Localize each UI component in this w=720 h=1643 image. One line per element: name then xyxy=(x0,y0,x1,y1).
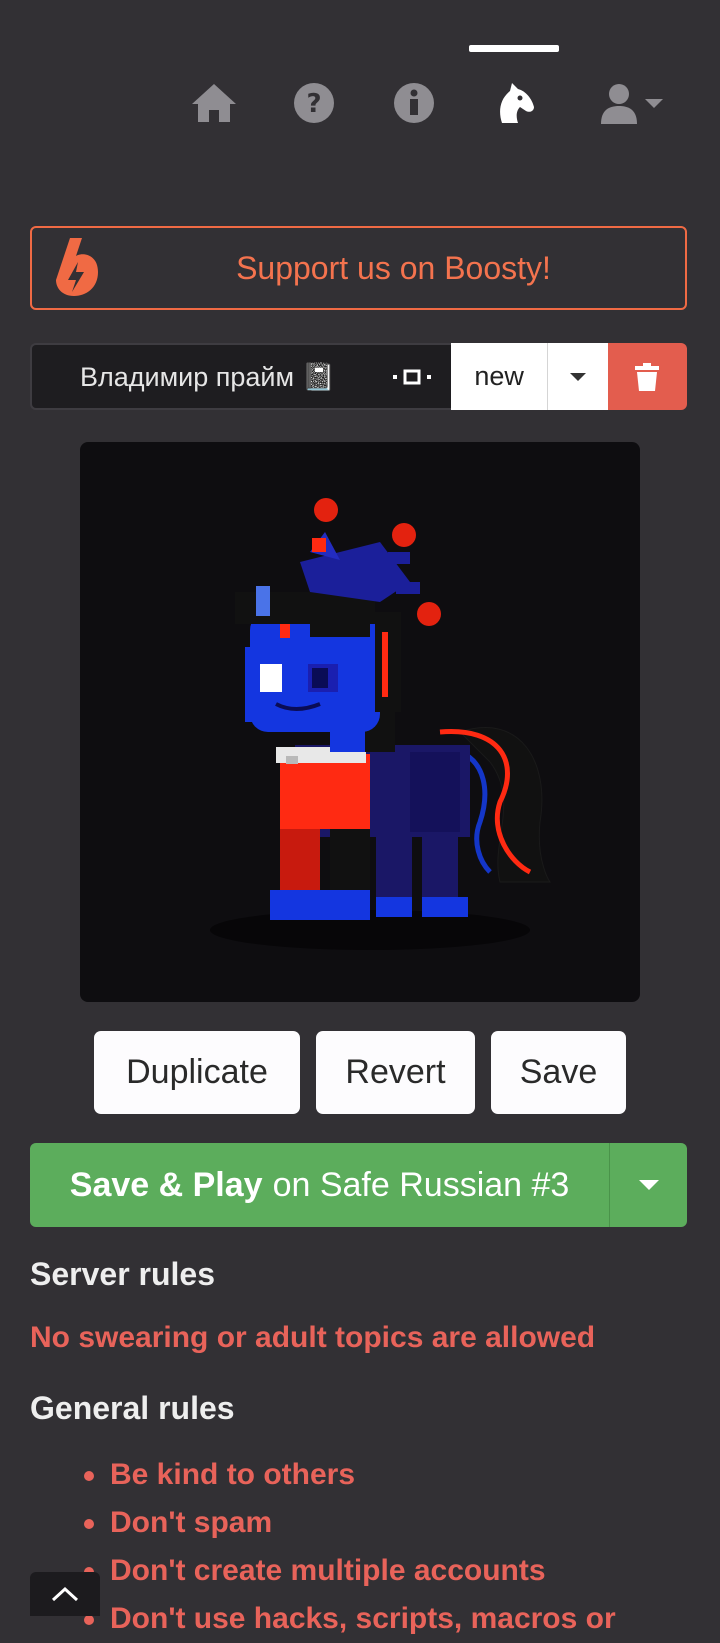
nav-help[interactable]: ? xyxy=(289,78,339,128)
character-tag-button[interactable]: new xyxy=(451,343,547,410)
character-selector: Владимир прайм 📓 new xyxy=(30,343,688,410)
save-button[interactable]: Save xyxy=(491,1031,626,1114)
list-item: Don't create multiple accounts xyxy=(80,1547,616,1595)
nav-user-menu[interactable] xyxy=(597,78,667,128)
nav-home[interactable] xyxy=(189,78,239,128)
info-icon xyxy=(394,83,434,123)
server-select-dropdown[interactable] xyxy=(609,1143,687,1227)
boosty-link-text[interactable]: Support us on Boosty! xyxy=(32,250,685,287)
character-tag-dropdown[interactable] xyxy=(546,343,608,410)
save-and-play-button[interactable]: Save & Play on Safe Russian #3 xyxy=(30,1143,609,1227)
trash-icon xyxy=(635,362,660,391)
duplicate-button[interactable]: Duplicate xyxy=(94,1031,300,1114)
character-preview[interactable] xyxy=(80,442,640,1002)
save-and-play-label: Save & Play xyxy=(69,1165,263,1204)
general-rules-heading: General rules xyxy=(30,1390,235,1426)
server-rules-heading: Server rules xyxy=(30,1256,216,1292)
loading-indicator-icon xyxy=(393,369,432,385)
scroll-to-top-button[interactable] xyxy=(30,1572,100,1616)
boosty-banner[interactable]: Support us on Boosty! xyxy=(30,226,687,310)
user-icon xyxy=(601,84,637,124)
general-rules-list: Be kind to others Don't spam Don't creat… xyxy=(80,1451,616,1643)
nav-info[interactable] xyxy=(389,78,439,128)
list-item: Don't use hacks, scripts, macros or xyxy=(80,1595,616,1643)
horse-head-icon xyxy=(500,83,534,123)
list-item: Don't spam xyxy=(80,1499,616,1547)
chevron-down-icon xyxy=(645,99,663,108)
chevron-down-icon xyxy=(569,372,586,381)
chevron-down-icon xyxy=(638,1180,659,1190)
boosty-logo-icon xyxy=(56,238,98,296)
svg-text:?: ? xyxy=(306,89,321,119)
delete-character-button[interactable] xyxy=(607,343,688,410)
character-name: Владимир прайм 📓 xyxy=(80,362,336,392)
list-item: Be kind to others xyxy=(80,1451,616,1499)
top-nav: ? xyxy=(0,0,720,150)
revert-button[interactable]: Revert xyxy=(316,1031,475,1114)
server-rule-text: No swearing or adult topics are allowed xyxy=(30,1321,596,1354)
chevron-up-icon xyxy=(51,1586,79,1602)
nav-character[interactable] xyxy=(489,78,539,128)
help-icon: ? xyxy=(294,83,334,123)
nav-active-indicator xyxy=(469,45,559,52)
character-select[interactable]: Владимир прайм 📓 xyxy=(30,343,452,410)
home-icon xyxy=(192,84,236,122)
server-name-label: on Safe Russian #3 xyxy=(272,1165,570,1204)
save-and-play-group: Save & Play on Safe Russian #3 xyxy=(30,1143,687,1227)
pony-sprite xyxy=(210,498,551,950)
